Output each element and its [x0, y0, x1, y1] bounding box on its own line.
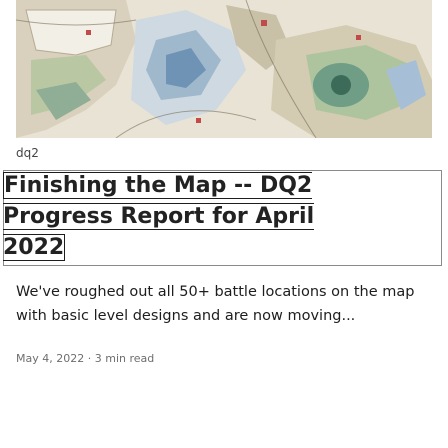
post-tag[interactable]: dq2 [16, 146, 39, 160]
meta-separator: · [87, 352, 92, 365]
post-title[interactable]: Finishing the Map -- DQ2 Progress Report… [3, 170, 343, 263]
read-time: 3 min read [94, 352, 155, 365]
map-illustration [16, 0, 432, 138]
post-meta: May 4, 2022 · 3 min read [16, 352, 154, 365]
post-excerpt: We've roughed out all 50+ battle locatio… [16, 284, 415, 324]
post-cover-image[interactable] [16, 0, 432, 138]
post-title-text: Finishing the Map -- DQ2 Progress Report… [3, 172, 315, 261]
post-date: May 4, 2022 [16, 352, 85, 365]
